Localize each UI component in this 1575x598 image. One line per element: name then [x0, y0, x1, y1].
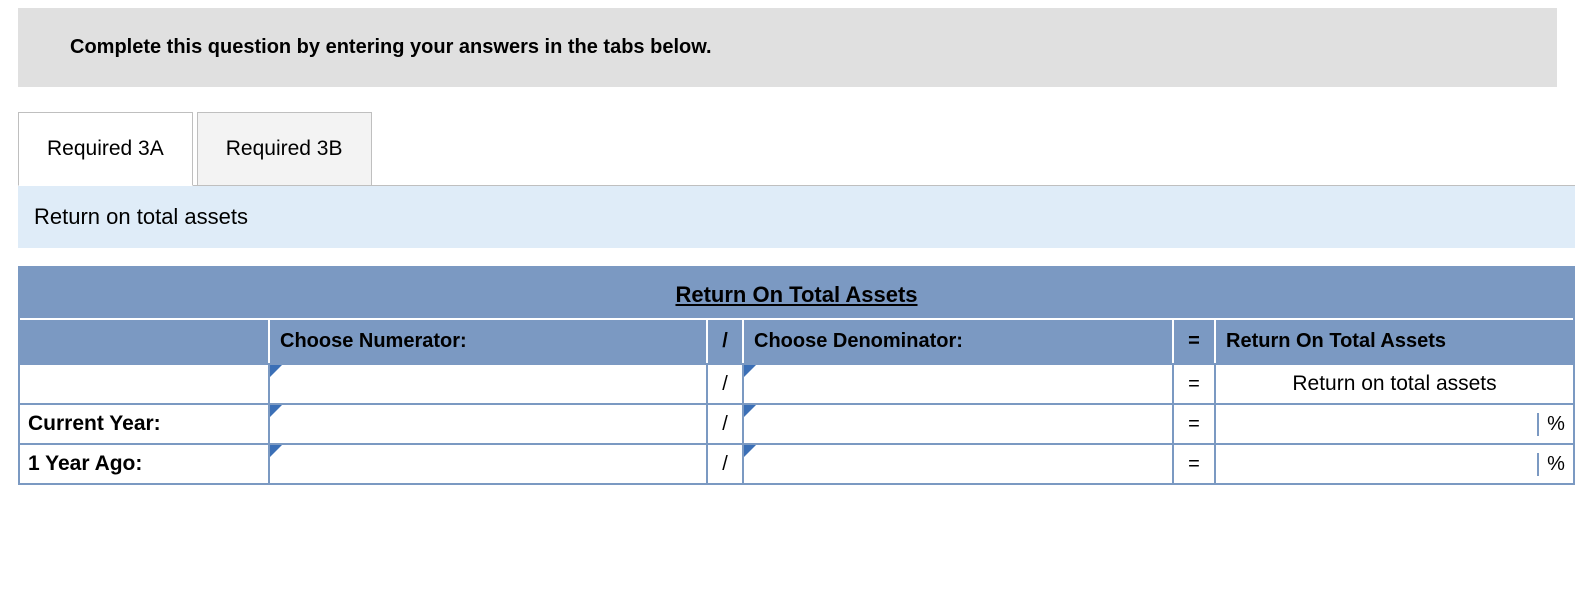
divide-op: / — [708, 363, 744, 403]
denominator-cell — [744, 363, 1174, 403]
row-label: 1 Year Ago: — [20, 443, 270, 483]
description-bar: Return on total assets — [18, 185, 1575, 248]
row-label: Current Year: — [20, 403, 270, 443]
denominator-cell — [744, 443, 1174, 483]
equals-op: = — [1174, 403, 1216, 443]
denominator-input-wrap — [744, 445, 1172, 483]
denominator-input[interactable] — [744, 365, 1172, 403]
tabs-container: Required 3A Required 3B — [18, 111, 1575, 185]
denominator-input-wrap — [744, 405, 1172, 443]
percent-label: % — [1537, 453, 1573, 476]
result-input-wrap — [1216, 407, 1537, 442]
result-input-wrap — [1216, 447, 1537, 482]
instruction-bar: Complete this question by entering your … — [18, 8, 1557, 87]
result-cell: % — [1216, 403, 1573, 443]
table-row: Current Year: / = % — [20, 403, 1573, 443]
header-divide: / — [708, 320, 744, 363]
denominator-input[interactable] — [744, 445, 1172, 483]
equals-op: = — [1174, 443, 1216, 483]
tab-label: Required 3A — [47, 137, 164, 160]
tab-required-3b[interactable]: Required 3B — [197, 112, 372, 186]
table-header-row: Choose Numerator: / Choose Denominator: … — [20, 320, 1573, 363]
numerator-input[interactable] — [270, 405, 706, 443]
instruction-text: Complete this question by entering your … — [70, 36, 712, 58]
result-input[interactable] — [1216, 447, 1537, 482]
header-blank — [20, 320, 270, 363]
result-input[interactable] — [1216, 407, 1537, 442]
denominator-cell — [744, 403, 1174, 443]
denominator-input-wrap — [744, 365, 1172, 403]
table-row: / = Return on total assets — [20, 363, 1573, 403]
numerator-cell — [270, 443, 708, 483]
numerator-cell — [270, 363, 708, 403]
result-static-label: Return on total assets — [1216, 366, 1573, 402]
divide-op: / — [708, 403, 744, 443]
percent-label: % — [1537, 413, 1573, 436]
numerator-input-wrap — [270, 405, 706, 443]
numerator-input-wrap — [270, 445, 706, 483]
tab-label: Required 3B — [226, 137, 343, 160]
result-cell: % — [1216, 443, 1573, 483]
numerator-input[interactable] — [270, 365, 706, 403]
header-numerator: Choose Numerator: — [270, 320, 708, 363]
description-text: Return on total assets — [34, 204, 248, 229]
answer-table: Return On Total Assets Choose Numerator:… — [18, 266, 1575, 485]
header-equals: = — [1174, 320, 1216, 363]
equals-op: = — [1174, 363, 1216, 403]
row-label — [20, 363, 270, 403]
tab-required-3a[interactable]: Required 3A — [18, 112, 193, 186]
denominator-input[interactable] — [744, 405, 1172, 443]
numerator-input[interactable] — [270, 445, 706, 483]
table-title: Return On Total Assets — [20, 268, 1573, 320]
divide-op: / — [708, 443, 744, 483]
header-denominator: Choose Denominator: — [744, 320, 1174, 363]
numerator-input-wrap — [270, 365, 706, 403]
numerator-cell — [270, 403, 708, 443]
table-row: 1 Year Ago: / = % — [20, 443, 1573, 483]
header-result: Return On Total Assets — [1216, 320, 1573, 363]
result-cell: Return on total assets — [1216, 363, 1573, 403]
